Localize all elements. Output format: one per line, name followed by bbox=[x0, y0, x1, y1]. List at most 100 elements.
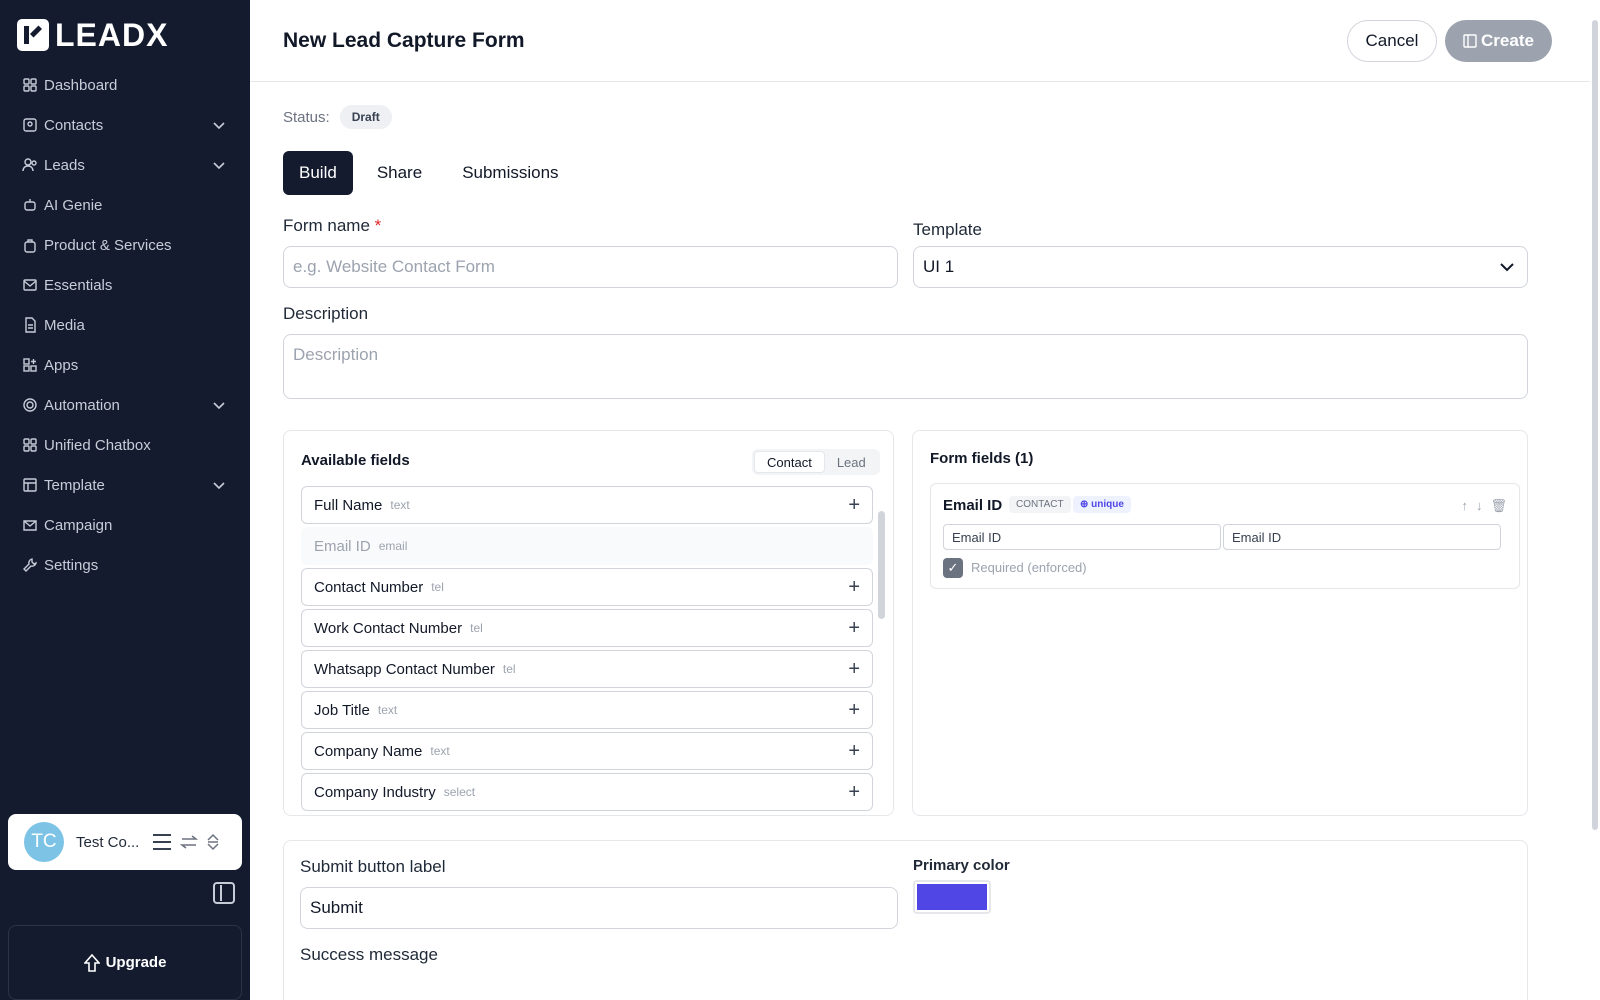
chevron-down-icon[interactable] bbox=[212, 158, 226, 172]
sidebar-item-apps[interactable]: Apps bbox=[0, 345, 250, 385]
sidebar-item-contacts[interactable]: Contacts bbox=[0, 105, 250, 145]
primary-color-picker[interactable] bbox=[913, 880, 991, 914]
page-scrollbar[interactable] bbox=[1590, 0, 1600, 1000]
add-field-icon[interactable]: + bbox=[848, 781, 860, 804]
contact-card-icon bbox=[23, 118, 37, 132]
chevron-down-icon bbox=[1500, 263, 1514, 272]
template-select[interactable]: UI 1 bbox=[913, 246, 1528, 288]
required-checkbox[interactable]: ✓ bbox=[943, 558, 963, 578]
description-textarea[interactable]: Description bbox=[283, 334, 1528, 399]
users-icon bbox=[22, 158, 37, 172]
primary-color-title: Primary color bbox=[913, 857, 1010, 874]
available-field-row[interactable]: Job Title text + bbox=[301, 691, 873, 729]
sidebar-item-label: Apps bbox=[44, 356, 79, 374]
delete-icon[interactable]: 🗑 bbox=[1490, 498, 1507, 514]
app-root: LEADX Dashboard Contacts Leads AI Genie Prod… bbox=[0, 0, 1600, 1000]
topbar: New Lead Capture Form Cancel Create bbox=[250, 0, 1590, 82]
status-badge: Draft bbox=[339, 105, 392, 129]
submit-label-input[interactable]: Submit bbox=[300, 887, 898, 929]
available-field-row[interactable]: Whatsapp Contact Number tel + bbox=[301, 650, 873, 688]
chevron-down-icon[interactable] bbox=[212, 118, 226, 132]
chevron-down-icon[interactable] bbox=[212, 398, 226, 412]
toggle-contact[interactable]: Contact bbox=[754, 451, 825, 473]
scrollbar-thumb[interactable] bbox=[1592, 20, 1598, 830]
tab-submissions[interactable]: Submissions bbox=[446, 151, 574, 195]
sidebar-item-template[interactable]: Template bbox=[0, 465, 250, 505]
grid-icon bbox=[23, 78, 37, 92]
sidebar-item-label: Campaign bbox=[44, 516, 113, 534]
create-label: Create bbox=[1481, 31, 1534, 50]
add-field-icon[interactable]: + bbox=[848, 740, 860, 763]
available-field-row[interactable]: Company Name text + bbox=[301, 732, 873, 770]
sidebar-item-label: Unified Chatbox bbox=[44, 436, 151, 454]
sidebar-item-label: Dashboard bbox=[44, 76, 118, 94]
list-scrollbar-thumb[interactable] bbox=[878, 511, 885, 619]
sidebar-item-label: Leads bbox=[44, 156, 85, 174]
form-name-input[interactable]: e.g. Website Contact Form bbox=[283, 246, 898, 288]
sidebar-item-media[interactable]: Media bbox=[0, 305, 250, 345]
sidebar-item-dashboard[interactable]: Dashboard bbox=[0, 65, 250, 105]
cancel-button[interactable]: Cancel bbox=[1347, 20, 1437, 62]
success-message-title: Success message bbox=[300, 945, 438, 964]
unique-badge: ⊕ unique bbox=[1073, 496, 1131, 513]
create-icon bbox=[1463, 34, 1477, 48]
tab-bar: Build Share Submissions bbox=[283, 151, 583, 195]
menu-icon[interactable] bbox=[152, 833, 172, 851]
add-field-icon[interactable]: + bbox=[848, 658, 860, 681]
field-name: Company Name bbox=[314, 742, 423, 760]
chevron-down-icon[interactable] bbox=[212, 478, 226, 492]
move-up-icon[interactable]: ↑ bbox=[1461, 498, 1468, 514]
available-field-row[interactable]: Full Name text + bbox=[301, 486, 873, 524]
submit-label-title: Submit button label bbox=[300, 857, 446, 876]
template-icon bbox=[23, 478, 37, 492]
avatar: TC bbox=[24, 822, 64, 862]
sort-icon[interactable] bbox=[206, 833, 220, 851]
add-field-icon[interactable]: + bbox=[848, 699, 860, 722]
user-card[interactable]: TC Test Co... bbox=[8, 814, 242, 870]
sidebar-item-settings[interactable]: Settings bbox=[0, 545, 250, 585]
sidebar-item-ai-genie[interactable]: AI Genie bbox=[0, 185, 250, 225]
field-name: Work Contact Number bbox=[314, 619, 463, 637]
sidebar: LEADX Dashboard Contacts Leads AI Genie Prod… bbox=[0, 0, 250, 1000]
move-down-icon[interactable]: ↓ bbox=[1476, 498, 1483, 514]
contact-tag: CONTACT bbox=[1009, 496, 1071, 513]
page-title: New Lead Capture Form bbox=[283, 29, 525, 52]
sidebar-item-label: Settings bbox=[44, 556, 99, 574]
field-name: Whatsapp Contact Number bbox=[314, 660, 495, 678]
add-field-icon[interactable]: + bbox=[848, 617, 860, 640]
switch-icon[interactable] bbox=[180, 833, 198, 851]
upgrade-button[interactable]: Upgrade bbox=[8, 925, 242, 1000]
brand-logo[interactable]: LEADX bbox=[17, 19, 168, 51]
field-placeholder-input[interactable]: Email ID bbox=[1223, 524, 1501, 550]
collapse-sidebar-icon[interactable] bbox=[213, 882, 235, 904]
field-label-input[interactable]: Email ID bbox=[943, 524, 1221, 550]
available-field-row[interactable]: Work Contact Number tel + bbox=[301, 609, 873, 647]
add-field-icon[interactable]: + bbox=[848, 576, 860, 599]
available-field-row[interactable]: Contact Number tel + bbox=[301, 568, 873, 606]
sidebar-item-essentials[interactable]: Essentials bbox=[0, 265, 250, 305]
unique-label: unique bbox=[1091, 499, 1124, 510]
tab-share[interactable]: Share bbox=[361, 151, 438, 195]
field-name: Email ID bbox=[314, 537, 371, 555]
tab-build[interactable]: Build bbox=[283, 151, 353, 195]
available-fields-panel: Available fields Contact Lead Full Name t… bbox=[283, 430, 894, 816]
gear-icon bbox=[23, 398, 37, 412]
available-field-row[interactable]: Company Industry select + bbox=[301, 773, 873, 811]
color-swatch-fill bbox=[917, 884, 987, 910]
apps-icon bbox=[23, 358, 37, 372]
add-field-icon[interactable]: + bbox=[848, 494, 860, 517]
sidebar-item-unified-chatbox[interactable]: Unified Chatbox bbox=[0, 425, 250, 465]
sidebar-item-automation[interactable]: Automation bbox=[0, 385, 250, 425]
toggle-lead[interactable]: Lead bbox=[825, 451, 878, 473]
sidebar-item-campaign[interactable]: Campaign bbox=[0, 505, 250, 545]
available-field-row: Email ID email bbox=[301, 527, 873, 565]
create-button[interactable]: Create bbox=[1445, 20, 1552, 62]
sidebar-item-leads[interactable]: Leads bbox=[0, 145, 250, 185]
field-source-toggle: Contact Lead bbox=[752, 449, 880, 475]
list-scrollbar[interactable] bbox=[877, 493, 885, 803]
user-name: Test Co... bbox=[76, 833, 140, 851]
sidebar-item-product-services[interactable]: Product & Services bbox=[0, 225, 250, 265]
field-type: tel bbox=[470, 621, 483, 635]
sidebar-item-label: Contacts bbox=[44, 116, 104, 134]
description-label: Description bbox=[283, 304, 369, 323]
